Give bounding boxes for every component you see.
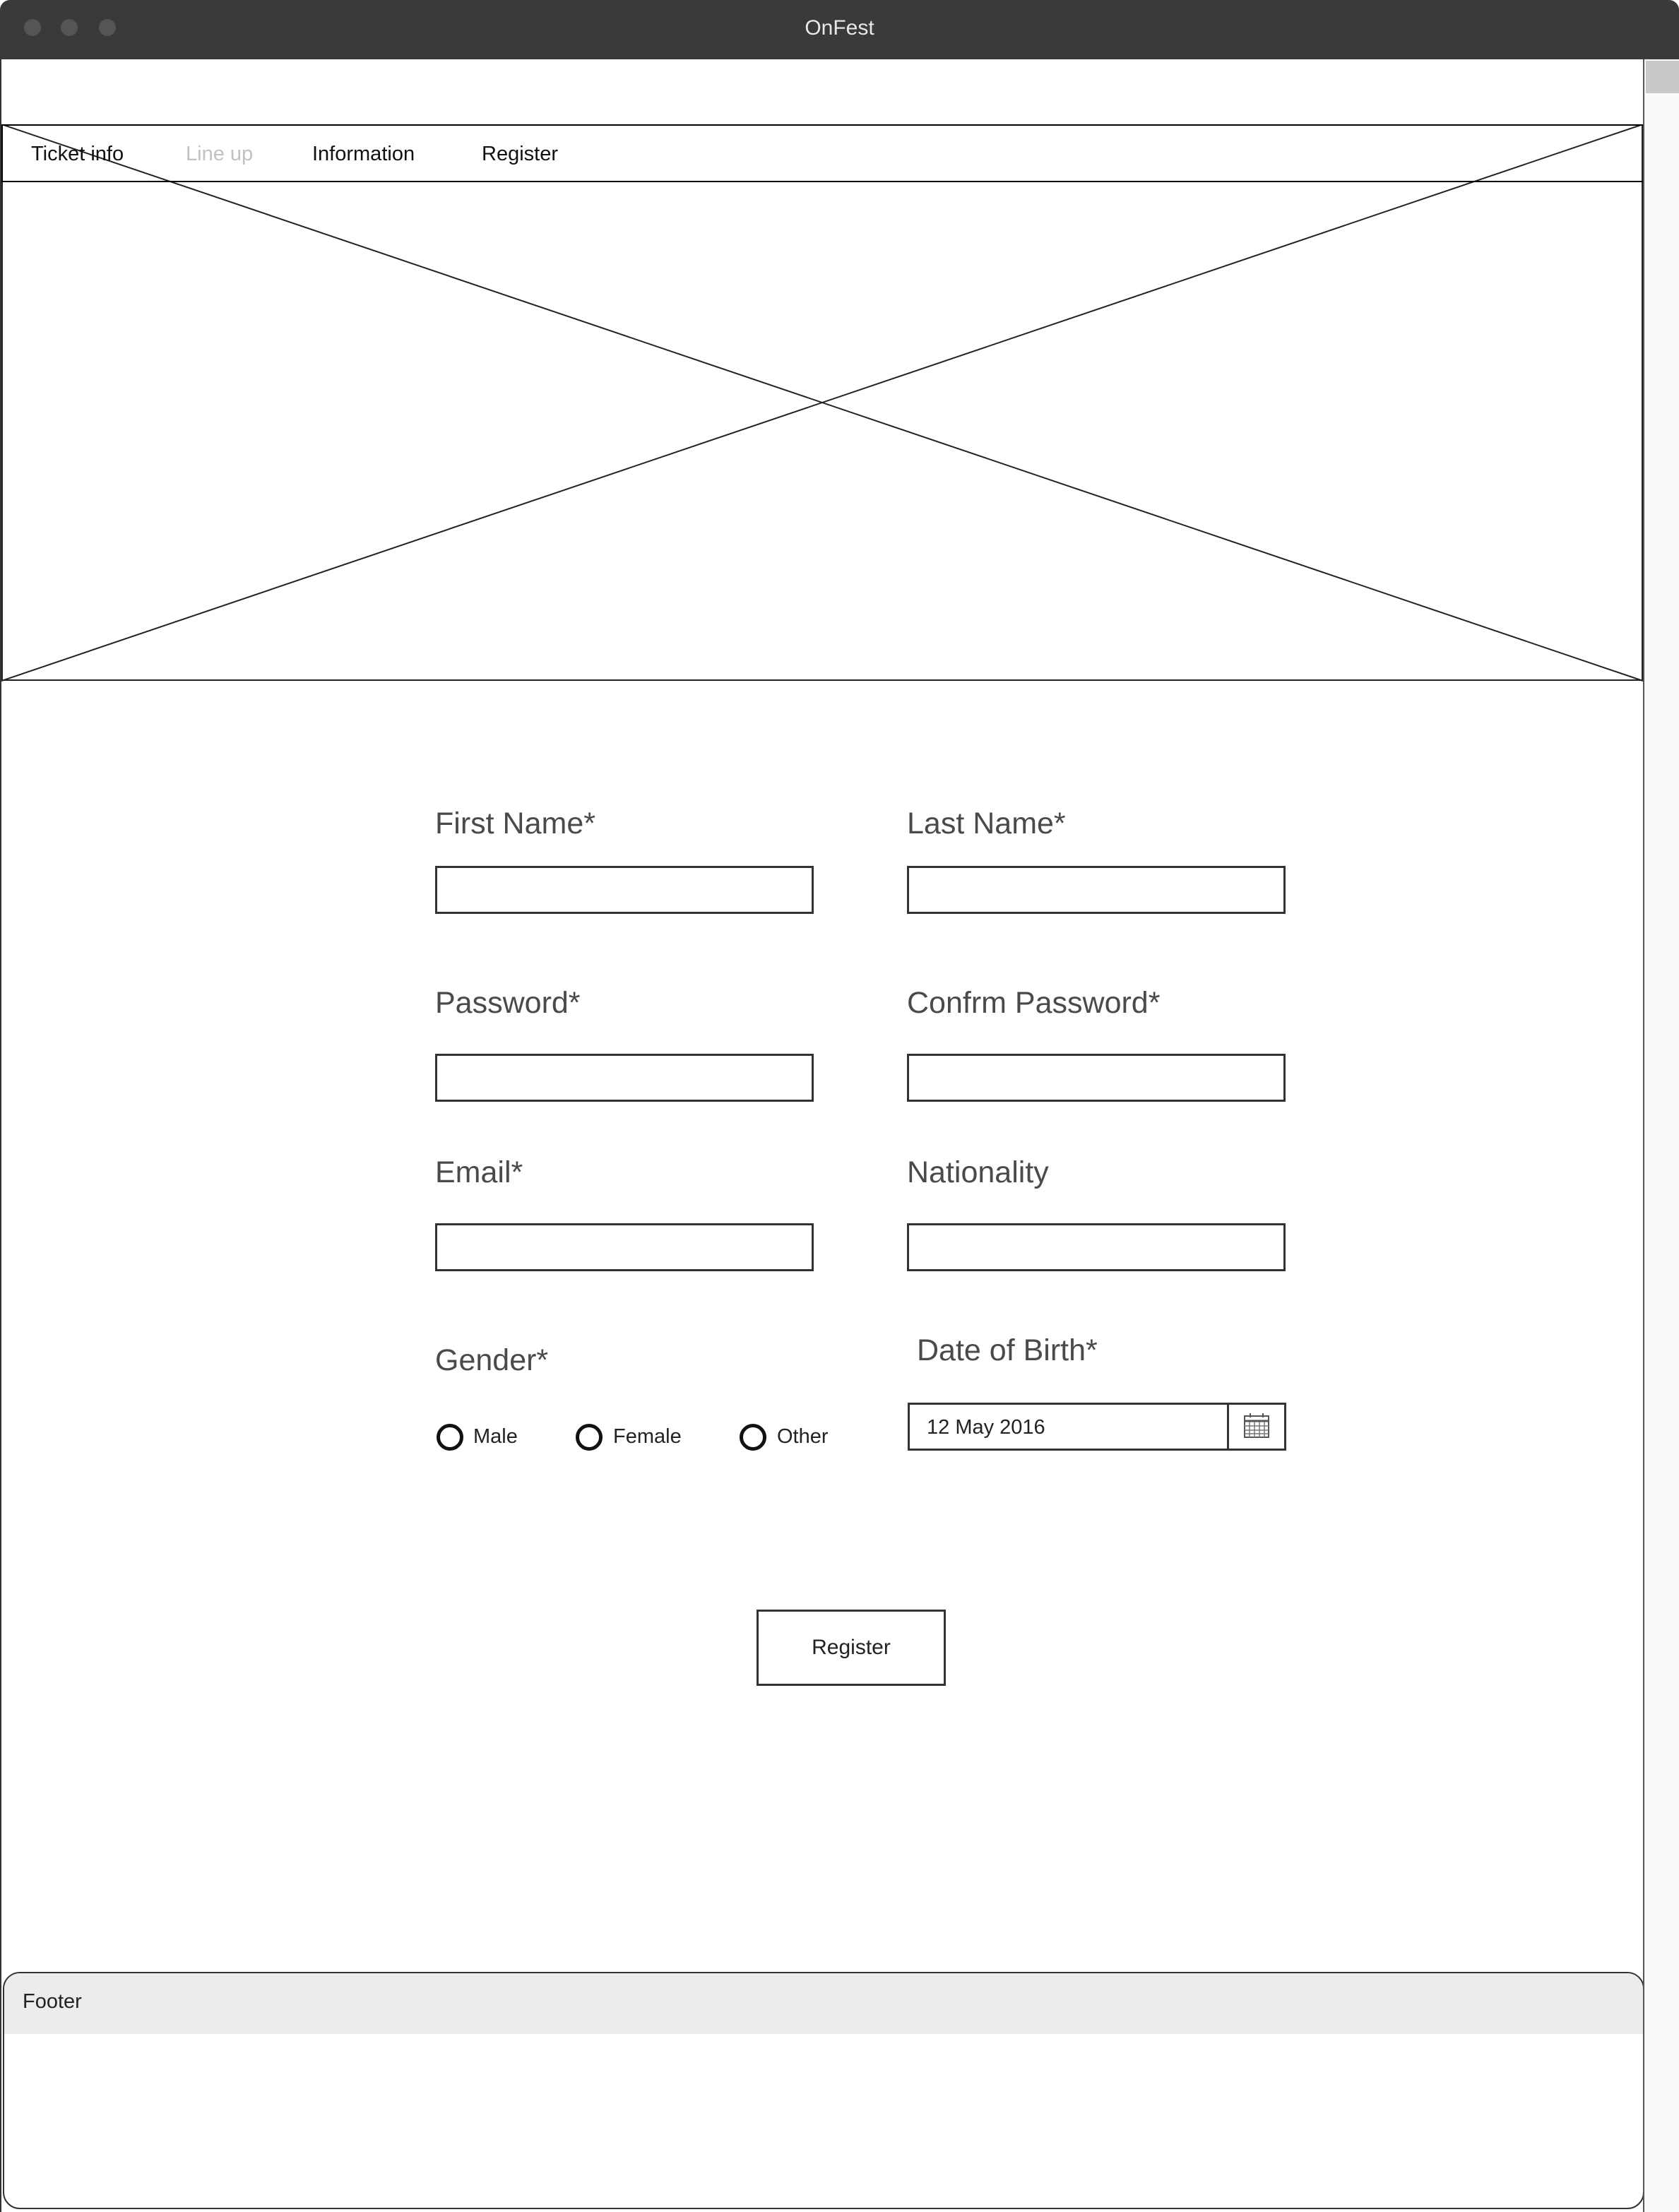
email-label: Email* [435,1155,523,1189]
title-bar: OnFest [0,0,1679,59]
dob-label: Date of Birth* [917,1333,1098,1367]
gender-male-radio[interactable] [437,1424,463,1451]
gender-other-label: Other [777,1425,829,1448]
gender-female-radio[interactable] [576,1424,603,1451]
email-field[interactable] [435,1223,814,1271]
hero-image-placeholder [1,124,1644,682]
nationality-label: Nationality [907,1155,1049,1189]
vertical-scrollbar[interactable] [1643,59,1679,2212]
footer: Footer [3,1972,1644,2209]
password-label: Password* [435,986,581,1020]
footer-header: Footer [4,1973,1643,2034]
footer-title: Footer [23,1990,82,2013]
confirm-password-field[interactable] [907,1054,1286,1102]
nav-item-ticket-info[interactable]: Ticket info [31,143,124,166]
browser-window: OnFest Ticket info Line up Information R… [0,0,1679,2212]
nav-bar: Ticket info Line up Information Register [1,124,1646,182]
window-title: OnFest [805,16,874,40]
gender-other-radio[interactable] [740,1424,766,1451]
calendar-button[interactable] [1227,1405,1284,1449]
nav-item-line-up: Line up [186,143,254,165]
dob-date-picker[interactable]: 12 May 2016 [908,1403,1286,1451]
image-placeholder-icon [1,124,1644,682]
page-content: Ticket info Line up Information Register… [0,59,1646,2212]
dob-value: 12 May 2016 [927,1416,1045,1439]
first-name-label: First Name* [435,807,595,840]
last-name-field[interactable] [907,866,1286,914]
nav-item-information[interactable]: Information [312,143,415,166]
register-button[interactable]: Register [757,1610,946,1686]
calendar-icon [1244,1413,1269,1438]
last-name-label: Last Name* [907,807,1066,840]
scrollbar-thumb[interactable] [1646,61,1679,93]
gender-female-label: Female [613,1425,682,1448]
nationality-field[interactable] [907,1223,1286,1271]
nav-item-register[interactable]: Register [482,143,558,166]
confirm-password-label: Confrm Password* [907,986,1161,1020]
gender-male-label: Male [473,1425,518,1448]
password-field[interactable] [435,1054,814,1102]
gender-label: Gender* [435,1343,549,1377]
first-name-field[interactable] [435,866,814,914]
